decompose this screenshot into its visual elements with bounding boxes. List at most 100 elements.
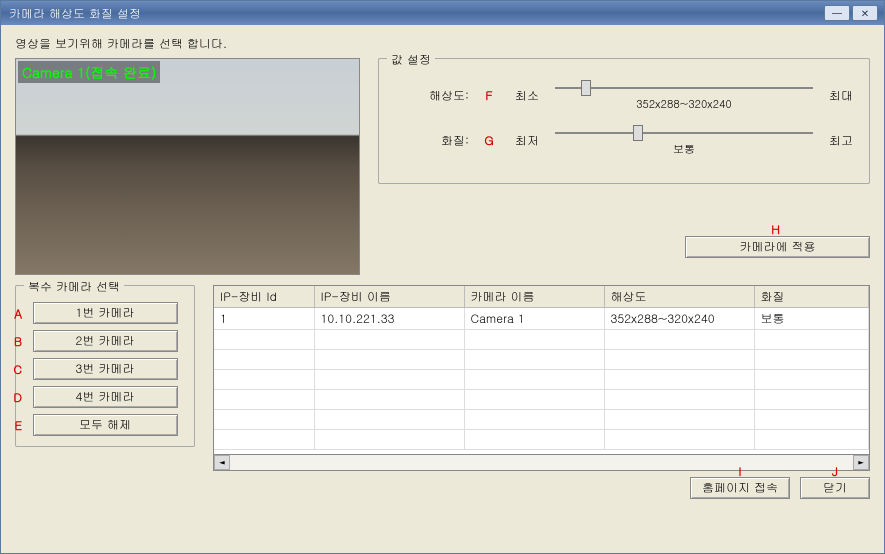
mid-row: 복수 카메라 선택 A1번 카메라B2번 카메라C3번 카메라D4번 카메라E모… — [15, 285, 870, 499]
table-cell — [464, 370, 604, 390]
marker-b: B — [8, 333, 22, 350]
multi-row: C3번 카메라 — [26, 358, 184, 380]
camera-select-button-4[interactable]: 4번 카메라 — [33, 386, 178, 408]
table-cell — [464, 390, 604, 410]
table-cell — [464, 430, 604, 450]
col-name[interactable]: IP-장비 이름 — [314, 286, 464, 308]
scroll-left-button[interactable]: ◄ — [214, 455, 230, 470]
marker-g: G — [479, 132, 499, 149]
table-cell: 1 — [214, 308, 314, 330]
quality-label: 화질: — [389, 132, 469, 149]
table-cell — [604, 390, 754, 410]
table-cell — [604, 370, 754, 390]
quality-slider[interactable] — [555, 124, 813, 142]
multi-camera-group: 복수 카메라 선택 A1번 카메라B2번 카메라C3번 카메라D4번 카메라E모… — [15, 285, 195, 447]
table-area: IP-장비 Id IP-장비 이름 카메라 이름 해상도 화질 110.10.2… — [213, 285, 870, 499]
bottom-buttons: I J 홈페이지 접속 닫기 — [213, 477, 870, 499]
marker-d: D — [8, 389, 22, 406]
resolution-label: 해상도: — [389, 87, 469, 104]
table-cell — [214, 370, 314, 390]
resolution-min-label: 최소 — [509, 87, 545, 104]
multi-row: E모두 해제 — [26, 414, 184, 436]
table-row[interactable] — [214, 370, 869, 390]
table-cell: 10.10.221.33 — [314, 308, 464, 330]
table-cell — [314, 390, 464, 410]
table-cell — [314, 350, 464, 370]
settings-legend: 값 설정 — [387, 51, 435, 68]
quality-max-label: 최고 — [823, 132, 859, 149]
marker-c: C — [8, 361, 22, 378]
apply-button[interactable]: 카메라에 적용 — [685, 236, 870, 258]
table-cell — [214, 410, 314, 430]
multi-row: A1번 카메라 — [26, 302, 184, 324]
table-cell: 보통 — [754, 308, 869, 330]
instruction-text: 영상을 보기위해 카메라를 선택 합니다. — [15, 35, 870, 52]
table-cell — [754, 410, 869, 430]
table-cell — [754, 330, 869, 350]
table-row[interactable] — [214, 430, 869, 450]
table-row[interactable]: 110.10.221.33Camera 1352x288~320x240보통 — [214, 308, 869, 330]
multi-row: D4번 카메라 — [26, 386, 184, 408]
table-cell — [314, 330, 464, 350]
body: 영상을 보기위해 카메라를 선택 합니다. Camera 1(접속 완료) 값 … — [1, 25, 884, 553]
table-cell: 352x288~320x240 — [604, 308, 754, 330]
table-row[interactable] — [214, 410, 869, 430]
marker-j: J — [800, 463, 870, 480]
table-cell — [604, 350, 754, 370]
preview-status-label: Camera 1(접속 완료) — [18, 61, 160, 83]
table-cell — [464, 330, 604, 350]
apply-row: H 카메라에 적용 — [378, 236, 870, 258]
table-row[interactable] — [214, 390, 869, 410]
table-row[interactable] — [214, 350, 869, 370]
table-cell — [314, 430, 464, 450]
quality-row: 화질: G 최저 보통 최고 — [389, 124, 859, 157]
table-cell — [214, 350, 314, 370]
multi-legend: 복수 카메라 선택 — [24, 278, 124, 295]
table-cell — [604, 430, 754, 450]
table-row[interactable] — [214, 330, 869, 350]
marker-a: A — [8, 305, 22, 322]
preview-image — [16, 59, 359, 274]
multi-row: B2번 카메라 — [26, 330, 184, 352]
quality-min-label: 최저 — [509, 132, 545, 149]
resolution-thumb[interactable] — [581, 80, 591, 96]
window-title: 카메라 해상도 화질 설정 — [9, 5, 824, 22]
close-dialog-button[interactable]: 닫기 — [800, 477, 870, 499]
close-button[interactable]: ✕ — [852, 5, 878, 21]
settings-group: 값 설정 해상도: F 최소 352x288~320x240 최대 — [378, 58, 870, 184]
table-cell — [314, 410, 464, 430]
col-id[interactable]: IP-장비 Id — [214, 286, 314, 308]
camera-select-button-1[interactable]: 1번 카메라 — [33, 302, 178, 324]
col-resolution[interactable]: 해상도 — [604, 286, 754, 308]
table-cell — [214, 430, 314, 450]
resolution-slider[interactable] — [555, 79, 813, 97]
table-cell — [754, 430, 869, 450]
titlebar: 카메라 해상도 화질 설정 ━ ✕ — [1, 1, 884, 25]
homepage-button[interactable]: 홈페이지 접속 — [690, 477, 790, 499]
minimize-button[interactable]: ━ — [824, 5, 850, 21]
camera-table: IP-장비 Id IP-장비 이름 카메라 이름 해상도 화질 110.10.2… — [213, 285, 870, 455]
camera-select-button-2[interactable]: 2번 카메라 — [33, 330, 178, 352]
table-cell — [754, 390, 869, 410]
table-cell — [604, 410, 754, 430]
marker-i: I — [690, 463, 790, 480]
table-cell — [314, 370, 464, 390]
camera-select-button-5[interactable]: 모두 해제 — [33, 414, 178, 436]
col-quality[interactable]: 화질 — [754, 286, 869, 308]
quality-thumb[interactable] — [633, 125, 643, 141]
col-camera[interactable]: 카메라 이름 — [464, 286, 604, 308]
resolution-max-label: 최대 — [823, 87, 859, 104]
table-cell — [754, 350, 869, 370]
marker-e: E — [8, 417, 22, 434]
window-controls: ━ ✕ — [824, 5, 878, 21]
table-cell — [464, 350, 604, 370]
quality-value: 보통 — [555, 142, 813, 157]
resolution-value: 352x288~320x240 — [555, 97, 813, 112]
resolution-row: 해상도: F 최소 352x288~320x240 최대 — [389, 79, 859, 112]
app-window: 카메라 해상도 화질 설정 ━ ✕ 영상을 보기위해 카메라를 선택 합니다. … — [0, 0, 885, 554]
table-cell: Camera 1 — [464, 308, 604, 330]
marker-f: F — [479, 87, 499, 104]
camera-select-button-3[interactable]: 3번 카메라 — [33, 358, 178, 380]
table-cell — [464, 410, 604, 430]
top-row: Camera 1(접속 완료) 값 설정 해상도: F 최소 — [15, 58, 870, 275]
